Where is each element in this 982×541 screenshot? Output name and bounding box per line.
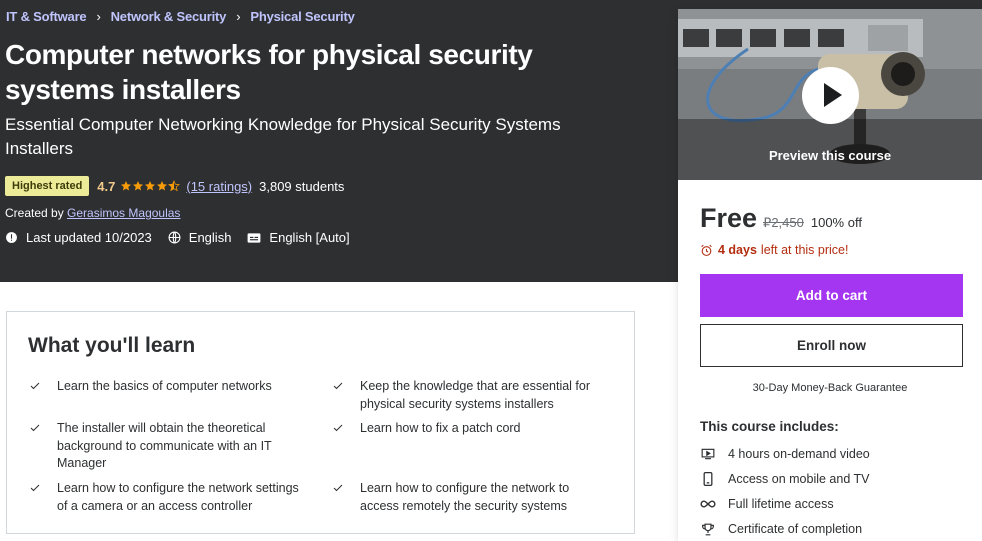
learn-item-text: The installer will obtain the theoretica… (57, 421, 272, 470)
globe-icon (168, 231, 181, 244)
language-text: English (188, 230, 232, 245)
breadcrumb-link-network-security[interactable]: Network & Security (111, 9, 227, 24)
breadcrumb-link-it-software[interactable]: IT & Software (6, 9, 87, 24)
alert-badge-icon (6, 232, 17, 243)
includes-item: Access on mobile and TV (700, 472, 870, 486)
timer-days: 4 days (718, 243, 757, 257)
check-icon (30, 382, 40, 390)
purchase-sidebar: Preview this course Free ₽2,450 100% off… (678, 9, 982, 541)
learn-item: Learn how to configure the network setti… (28, 480, 308, 515)
includes-item: Certificate of completion (700, 522, 862, 536)
course-title: Computer networks for physical security … (5, 39, 533, 105)
breadcrumb: IT & Software › Network & Security › Phy… (6, 9, 355, 24)
check-icon (30, 424, 40, 432)
includes-title: This course includes: (700, 419, 839, 434)
language: English (168, 230, 232, 245)
chevron-right-icon: › (96, 9, 101, 24)
course-meta: Last updated 10/2023 English English [Au… (5, 230, 366, 245)
alarm-clock-icon (701, 244, 712, 256)
breadcrumb-link-physical-security[interactable]: Physical Security (250, 9, 354, 24)
preview-label: Preview this course (768, 148, 892, 163)
highest-rated-badge: Highest rated (5, 176, 90, 196)
check-icon (30, 484, 40, 492)
last-updated-text: Last updated 10/2023 (26, 230, 152, 245)
learn-item-text: Learn how to configure the network to ac… (360, 481, 570, 513)
learn-item: Learn the basics of computer networks (28, 378, 308, 396)
timer-text: left at this price! (760, 243, 849, 257)
add-to-cart-button[interactable]: Add to cart (700, 274, 963, 317)
captions: English [Auto] (247, 230, 350, 245)
includes-item: 4 hours on-demand video (700, 447, 870, 461)
includes-item-text: Full lifetime access (728, 497, 834, 511)
learn-item-text: Learn how to configure the network setti… (57, 481, 299, 513)
trophy-icon (700, 523, 716, 536)
mobile-icon (700, 472, 716, 486)
created-by: Created by Gerasimos Magoulas (5, 206, 180, 220)
ratings-count-link[interactable]: (15 ratings) (186, 179, 252, 194)
includes-item-text: 4 hours on-demand video (728, 447, 870, 461)
course-preview[interactable]: Preview this course (678, 9, 982, 180)
learn-item: The installer will obtain the theoretica… (28, 420, 288, 473)
learn-item: Learn how to configure the network to ac… (331, 480, 591, 515)
star-half-icon (168, 180, 181, 192)
rating-row: Highest rated 4.7 (15 ratings) 3,809 stu… (5, 176, 344, 196)
infinity-icon (700, 499, 716, 509)
learn-item-text: Keep the knowledge that are essential fo… (360, 379, 591, 411)
star-full-icon (121, 181, 132, 191)
star-rating (120, 180, 181, 192)
check-icon (333, 484, 343, 492)
includes-item: Full lifetime access (700, 497, 834, 511)
course-subtitle: Essential Computer Networking Knowledge … (5, 115, 561, 158)
play-button[interactable] (802, 67, 859, 124)
learn-item: Learn how to fix a patch cord (331, 420, 611, 438)
learn-item: Keep the knowledge that are essential fo… (331, 378, 611, 413)
star-full-icon (157, 181, 168, 191)
price-row: Free ₽2,450 100% off (700, 203, 862, 234)
money-back-guarantee: 30-Day Money-Back Guarantee (752, 382, 908, 394)
enroll-now-button[interactable]: Enroll now (700, 324, 963, 367)
video-icon (700, 448, 716, 460)
price-timer: 4 days left at this price! (700, 243, 848, 257)
learn-item-text: Learn the basics of computer networks (57, 379, 272, 393)
star-full-icon (145, 181, 156, 191)
includes-item-text: Access on mobile and TV (728, 472, 870, 486)
learn-section-title: What you'll learn (28, 334, 196, 357)
chevron-right-icon: › (236, 9, 241, 24)
last-updated: Last updated 10/2023 (5, 230, 152, 245)
check-icon (333, 382, 343, 390)
closed-captions-icon (248, 232, 261, 243)
current-price: Free (700, 203, 758, 233)
includes-item-text: Certificate of completion (728, 522, 863, 536)
original-price: ₽2,450 (763, 215, 804, 230)
students-count: 3,809 students (259, 178, 345, 194)
captions-text: English [Auto] (269, 230, 350, 245)
created-by-label: Created by (5, 206, 64, 220)
discount-percent: 100% off (810, 215, 862, 230)
what-youll-learn-section: What you'll learn Learn the basics of co… (6, 311, 635, 534)
star-full-icon (133, 181, 144, 191)
rating-value: 4.7 (97, 178, 116, 194)
check-icon (333, 424, 343, 432)
instructor-link[interactable]: Gerasimos Magoulas (67, 206, 180, 220)
learn-item-text: Learn how to fix a patch cord (360, 421, 521, 435)
